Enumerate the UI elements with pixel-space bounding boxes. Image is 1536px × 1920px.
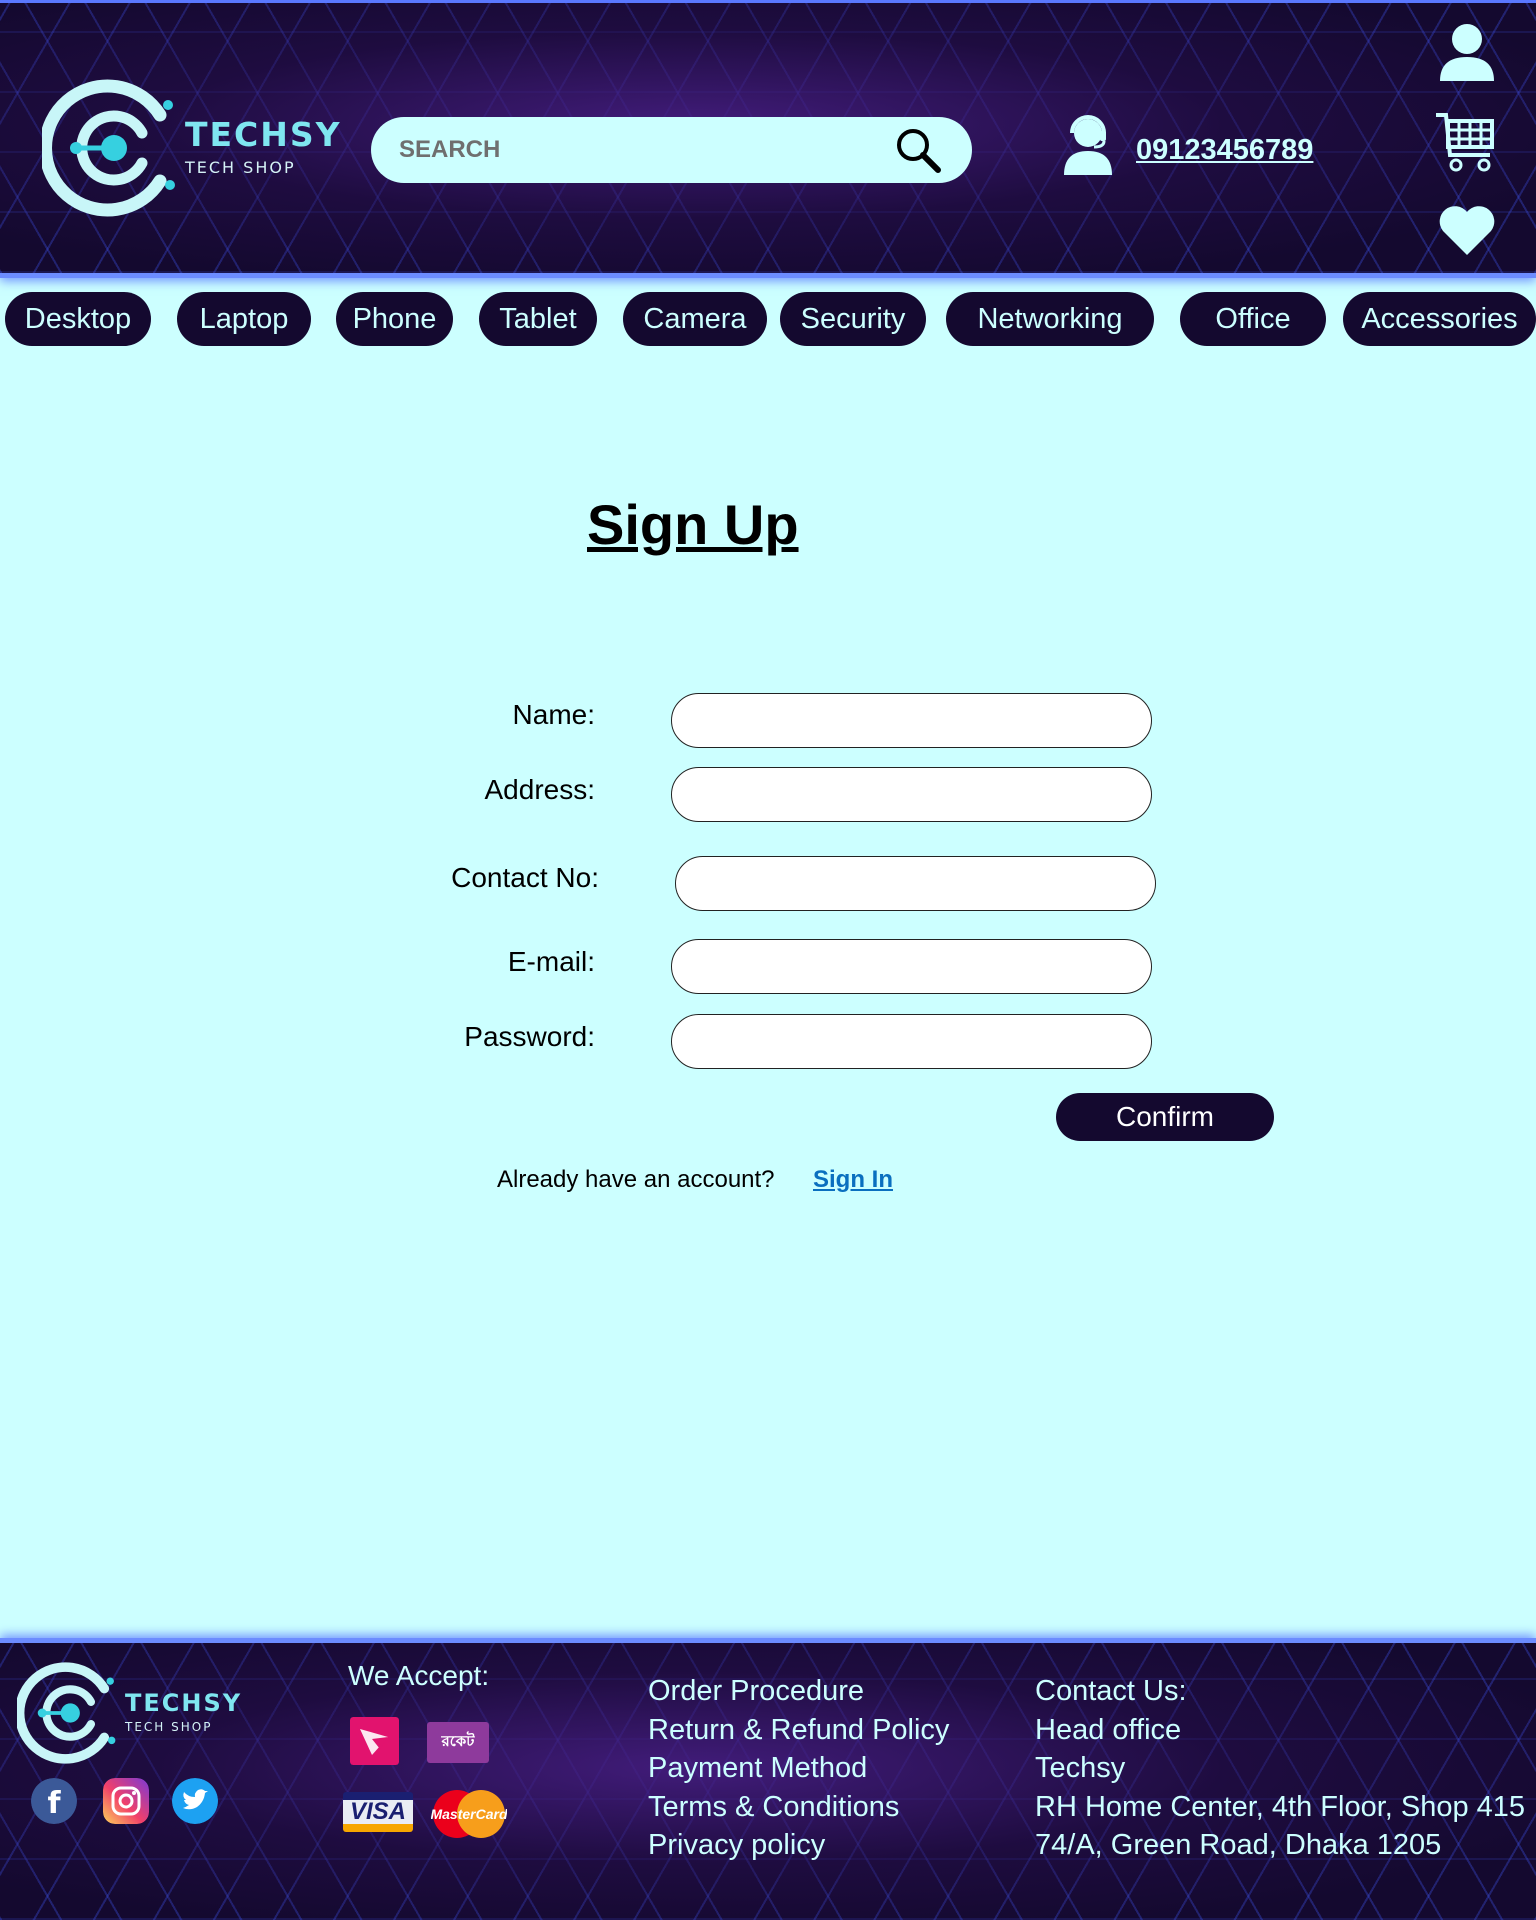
password-label: Password: — [464, 1021, 595, 1052]
nav-tablet[interactable]: Tablet — [479, 292, 597, 346]
nav-desktop[interactable]: Desktop — [5, 292, 151, 346]
logo-tagline: TECH SHOP — [185, 158, 296, 177]
mastercard-text: MasterCard — [431, 1806, 507, 1822]
logo-title: TECHSY — [185, 115, 342, 154]
name-label: Name: — [512, 699, 595, 730]
contact-address-line2: 74/A, Green Road, Dhaka 1205 — [1035, 1829, 1442, 1861]
nav-networking[interactable]: Networking — [946, 292, 1154, 346]
phone-number-link[interactable]: 09123456789 — [1136, 134, 1313, 167]
svg-text:f: f — [47, 1786, 61, 1821]
twitter-icon[interactable] — [172, 1778, 218, 1824]
we-accept-label: We Accept: — [348, 1660, 490, 1691]
return-refund-link[interactable]: Return & Refund Policy — [648, 1711, 949, 1750]
search-icon[interactable] — [893, 125, 943, 175]
techsy-logo-icon — [17, 1662, 116, 1764]
search-input[interactable] — [399, 130, 879, 170]
terms-conditions-link[interactable]: Terms & Conditions — [648, 1788, 949, 1827]
site-header: TECHSY TECH SHOP 09123456789 — [0, 0, 1536, 278]
facebook-icon[interactable]: f — [31, 1778, 77, 1824]
already-have-account-text: Already have an account? — [497, 1166, 775, 1193]
sign-in-link[interactable]: Sign In — [813, 1166, 893, 1194]
email-label: E-mail: — [507, 946, 595, 977]
contact-heading: Contact Us: — [1035, 1675, 1187, 1707]
nav-security[interactable]: Security — [780, 292, 926, 346]
privacy-policy-link[interactable]: Privacy policy — [648, 1826, 949, 1865]
contact-company: Techsy — [1035, 1752, 1126, 1784]
footer-logo-title: TECHSY — [125, 1689, 243, 1717]
rocket-text: রকেট — [441, 1732, 475, 1750]
visa-icon: VISA — [343, 1792, 413, 1832]
support-agent-icon — [1064, 115, 1112, 175]
nav-laptop[interactable]: Laptop — [177, 292, 311, 346]
confirm-button[interactable]: Confirm — [1056, 1093, 1274, 1141]
contact-no-field[interactable] — [675, 856, 1156, 911]
footer-logo-tagline: TECH SHOP — [125, 1720, 213, 1734]
mastercard-icon: MasterCard — [431, 1790, 507, 1838]
search-bar — [371, 117, 972, 183]
contact-info: Contact Us: Head office Techsy RH Home C… — [1035, 1672, 1525, 1865]
rocket-icon: রকেট — [427, 1722, 489, 1763]
page-title: Sign Up — [587, 493, 799, 556]
heart-icon[interactable] — [1438, 203, 1496, 257]
payment-method-link[interactable]: Payment Method — [648, 1749, 949, 1788]
techsy-logo-icon — [42, 79, 175, 217]
address-label: Address: — [484, 774, 596, 805]
email-field[interactable] — [671, 939, 1152, 994]
nav-phone[interactable]: Phone — [336, 292, 453, 346]
footer-links: Order Procedure Return & Refund Policy P… — [648, 1672, 949, 1865]
nav-camera[interactable]: Camera — [623, 292, 767, 346]
contact-address-line1: RH Home Center, 4th Floor, Shop 415 — [1035, 1790, 1526, 1823]
nav-accessories[interactable]: Accessories — [1343, 292, 1536, 346]
visa-text: VISA — [349, 1798, 406, 1825]
user-icon[interactable] — [1438, 23, 1496, 81]
instagram-icon[interactable] — [103, 1778, 149, 1824]
name-field[interactable] — [671, 693, 1152, 748]
nav-office[interactable]: Office — [1180, 292, 1326, 346]
header-logo[interactable]: TECHSY TECH SHOP — [42, 75, 340, 221]
password-field[interactable] — [671, 1014, 1152, 1069]
contact-no-label: Contact No: — [451, 862, 599, 893]
bkash-icon — [350, 1717, 399, 1765]
footer-logo[interactable]: TECHSY TECH SHOP — [17, 1659, 247, 1767]
cart-icon[interactable] — [1434, 111, 1496, 175]
address-field[interactable] — [671, 767, 1152, 822]
order-procedure-link[interactable]: Order Procedure — [648, 1672, 949, 1711]
contact-office: Head office — [1035, 1713, 1182, 1746]
